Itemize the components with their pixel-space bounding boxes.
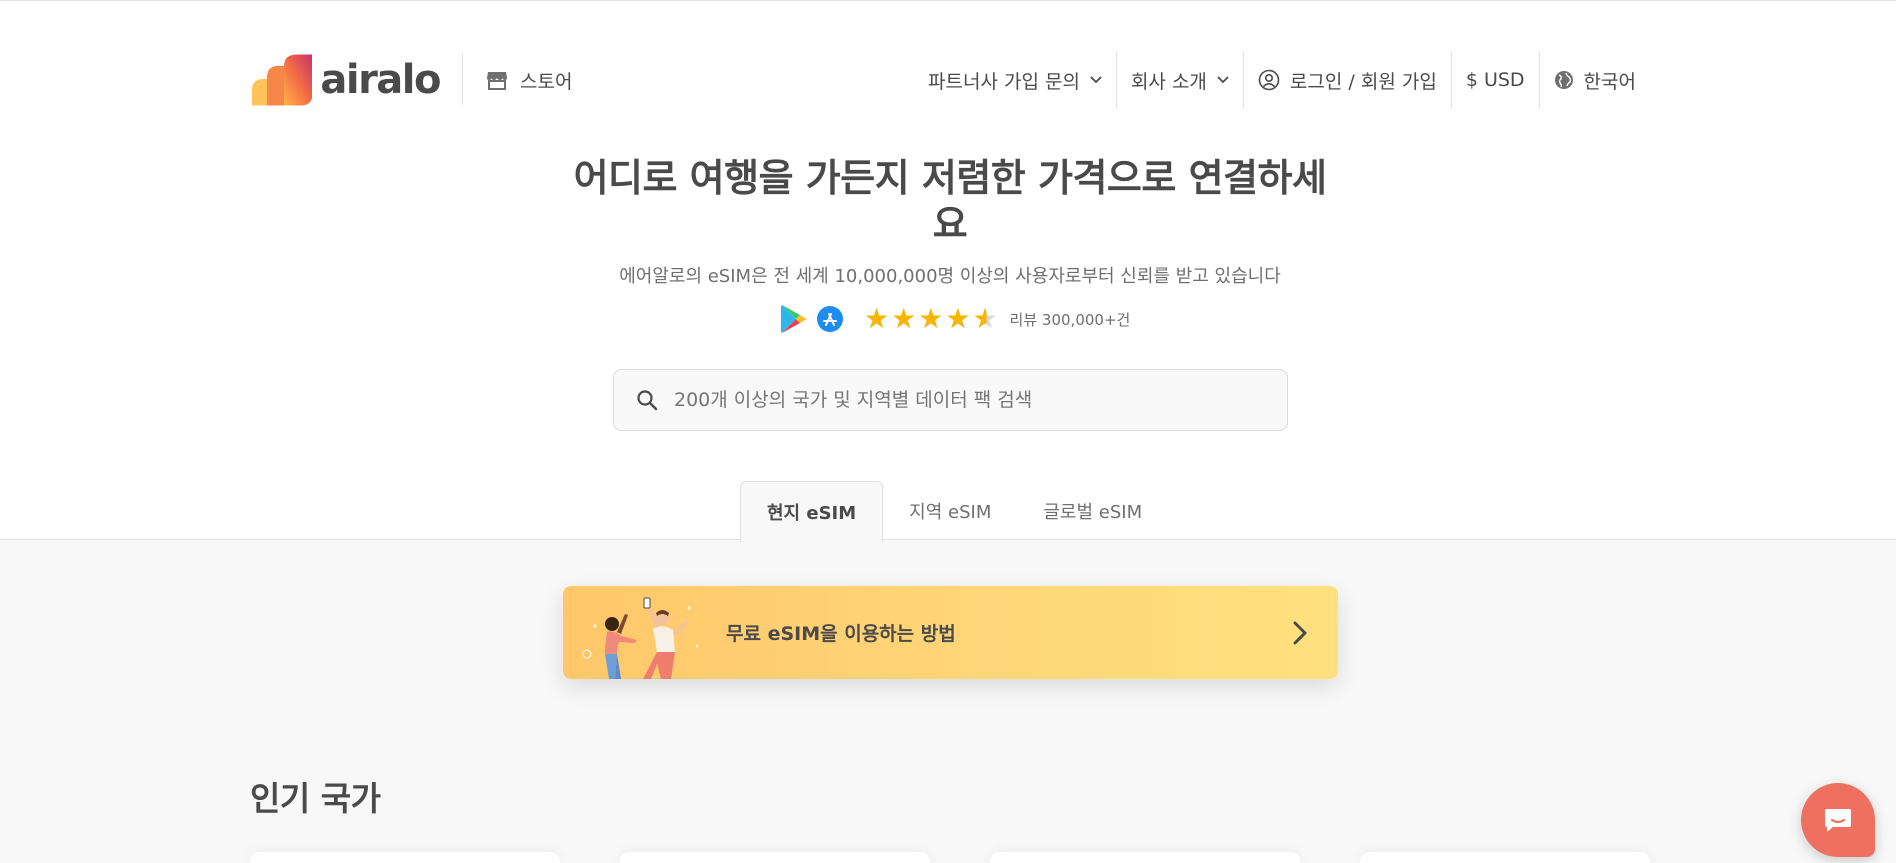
chevron-down-icon — [1217, 76, 1229, 84]
country-card[interactable] — [620, 852, 930, 863]
nav-login-label: 로그인 / 회원 가입 — [1289, 70, 1437, 93]
star-icon: ★ — [891, 302, 917, 335]
popular-countries-title: 인기 국가 — [250, 779, 381, 818]
nav-partner-menu[interactable]: 파트너사 가입 문의 — [914, 50, 1116, 110]
nav-language-selector[interactable]: 한국어 — [1540, 50, 1650, 110]
ratings-row: ★ ★ ★ ★ ★ 리뷰 300,000+건 — [780, 302, 1130, 336]
country-card[interactable] — [1360, 852, 1650, 863]
chevron-down-icon — [1090, 76, 1102, 84]
nav-partner-label: 파트너사 가입 문의 — [928, 70, 1080, 93]
search-box[interactable] — [613, 369, 1288, 431]
globe-icon — [1554, 70, 1574, 90]
hero-subtitle: 에어알로의 eSIM은 전 세계 10,000,000명 이상의 사용자로부터 … — [619, 266, 1281, 287]
nav-currency-selector[interactable]: $ USD — [1452, 50, 1539, 110]
nav-language-label: 한국어 — [1583, 70, 1636, 93]
star-icon: ★ — [945, 302, 971, 335]
search-input[interactable] — [674, 389, 1234, 411]
people-illustration — [582, 597, 699, 679]
search-icon — [636, 389, 658, 411]
star-half-icon: ★ — [972, 302, 998, 335]
store-link[interactable]: 스토어 — [486, 65, 572, 95]
airalo-logo[interactable]: airalo — [250, 50, 441, 110]
chat-icon — [1825, 809, 1851, 832]
chat-button[interactable] — [1801, 783, 1875, 857]
google-play-icon[interactable] — [780, 304, 808, 334]
hero-title: 어디로 여행을 가든지 저렴한 가격으로 연결하세요 — [573, 156, 1327, 246]
tab-regional-esim[interactable]: 지역 eSIM — [883, 481, 1017, 540]
header-nav: 파트너사 가입 문의 회사 소개 로그인 / 회원 가입 $ USD 한국어 — [914, 50, 1650, 110]
top-border — [0, 0, 1896, 1]
logo-divider — [462, 53, 463, 105]
country-card[interactable] — [990, 852, 1300, 863]
tab-local-esim[interactable]: 현지 eSIM — [740, 481, 884, 542]
tab-global-esim[interactable]: 글로벌 eSIM — [1017, 481, 1168, 540]
user-icon — [1258, 69, 1280, 91]
review-count: 리뷰 300,000+건 — [1009, 310, 1131, 329]
logo-text: airalo — [320, 57, 441, 103]
esim-type-tabs: 현지 eSIM 지역 eSIM 글로벌 eSIM — [740, 481, 1168, 542]
nav-login-link[interactable]: 로그인 / 회원 가입 — [1244, 50, 1451, 110]
header: airalo 스토어 파트너사 가입 문의 회사 소개 로그인 / 회원 가입 … — [250, 50, 1650, 110]
star-icon: ★ — [918, 302, 944, 335]
store-icon — [487, 72, 507, 90]
banner-text: 무료 eSIM을 이용하는 방법 — [726, 623, 956, 645]
country-card[interactable] — [250, 852, 560, 863]
rating-stars: ★ ★ ★ ★ ★ — [864, 305, 1000, 333]
nav-currency-label: $ USD — [1465, 69, 1525, 91]
free-esim-banner[interactable]: 무료 eSIM을 이용하는 방법 — [563, 586, 1338, 679]
nav-company-label: 회사 소개 — [1130, 70, 1207, 93]
chevron-right-icon — [1293, 621, 1307, 645]
app-store-icon[interactable] — [816, 305, 844, 333]
nav-company-menu[interactable]: 회사 소개 — [1117, 50, 1243, 110]
airalo-logo-mark — [251, 54, 313, 106]
store-label: 스토어 — [520, 70, 573, 93]
star-icon: ★ — [864, 302, 890, 335]
